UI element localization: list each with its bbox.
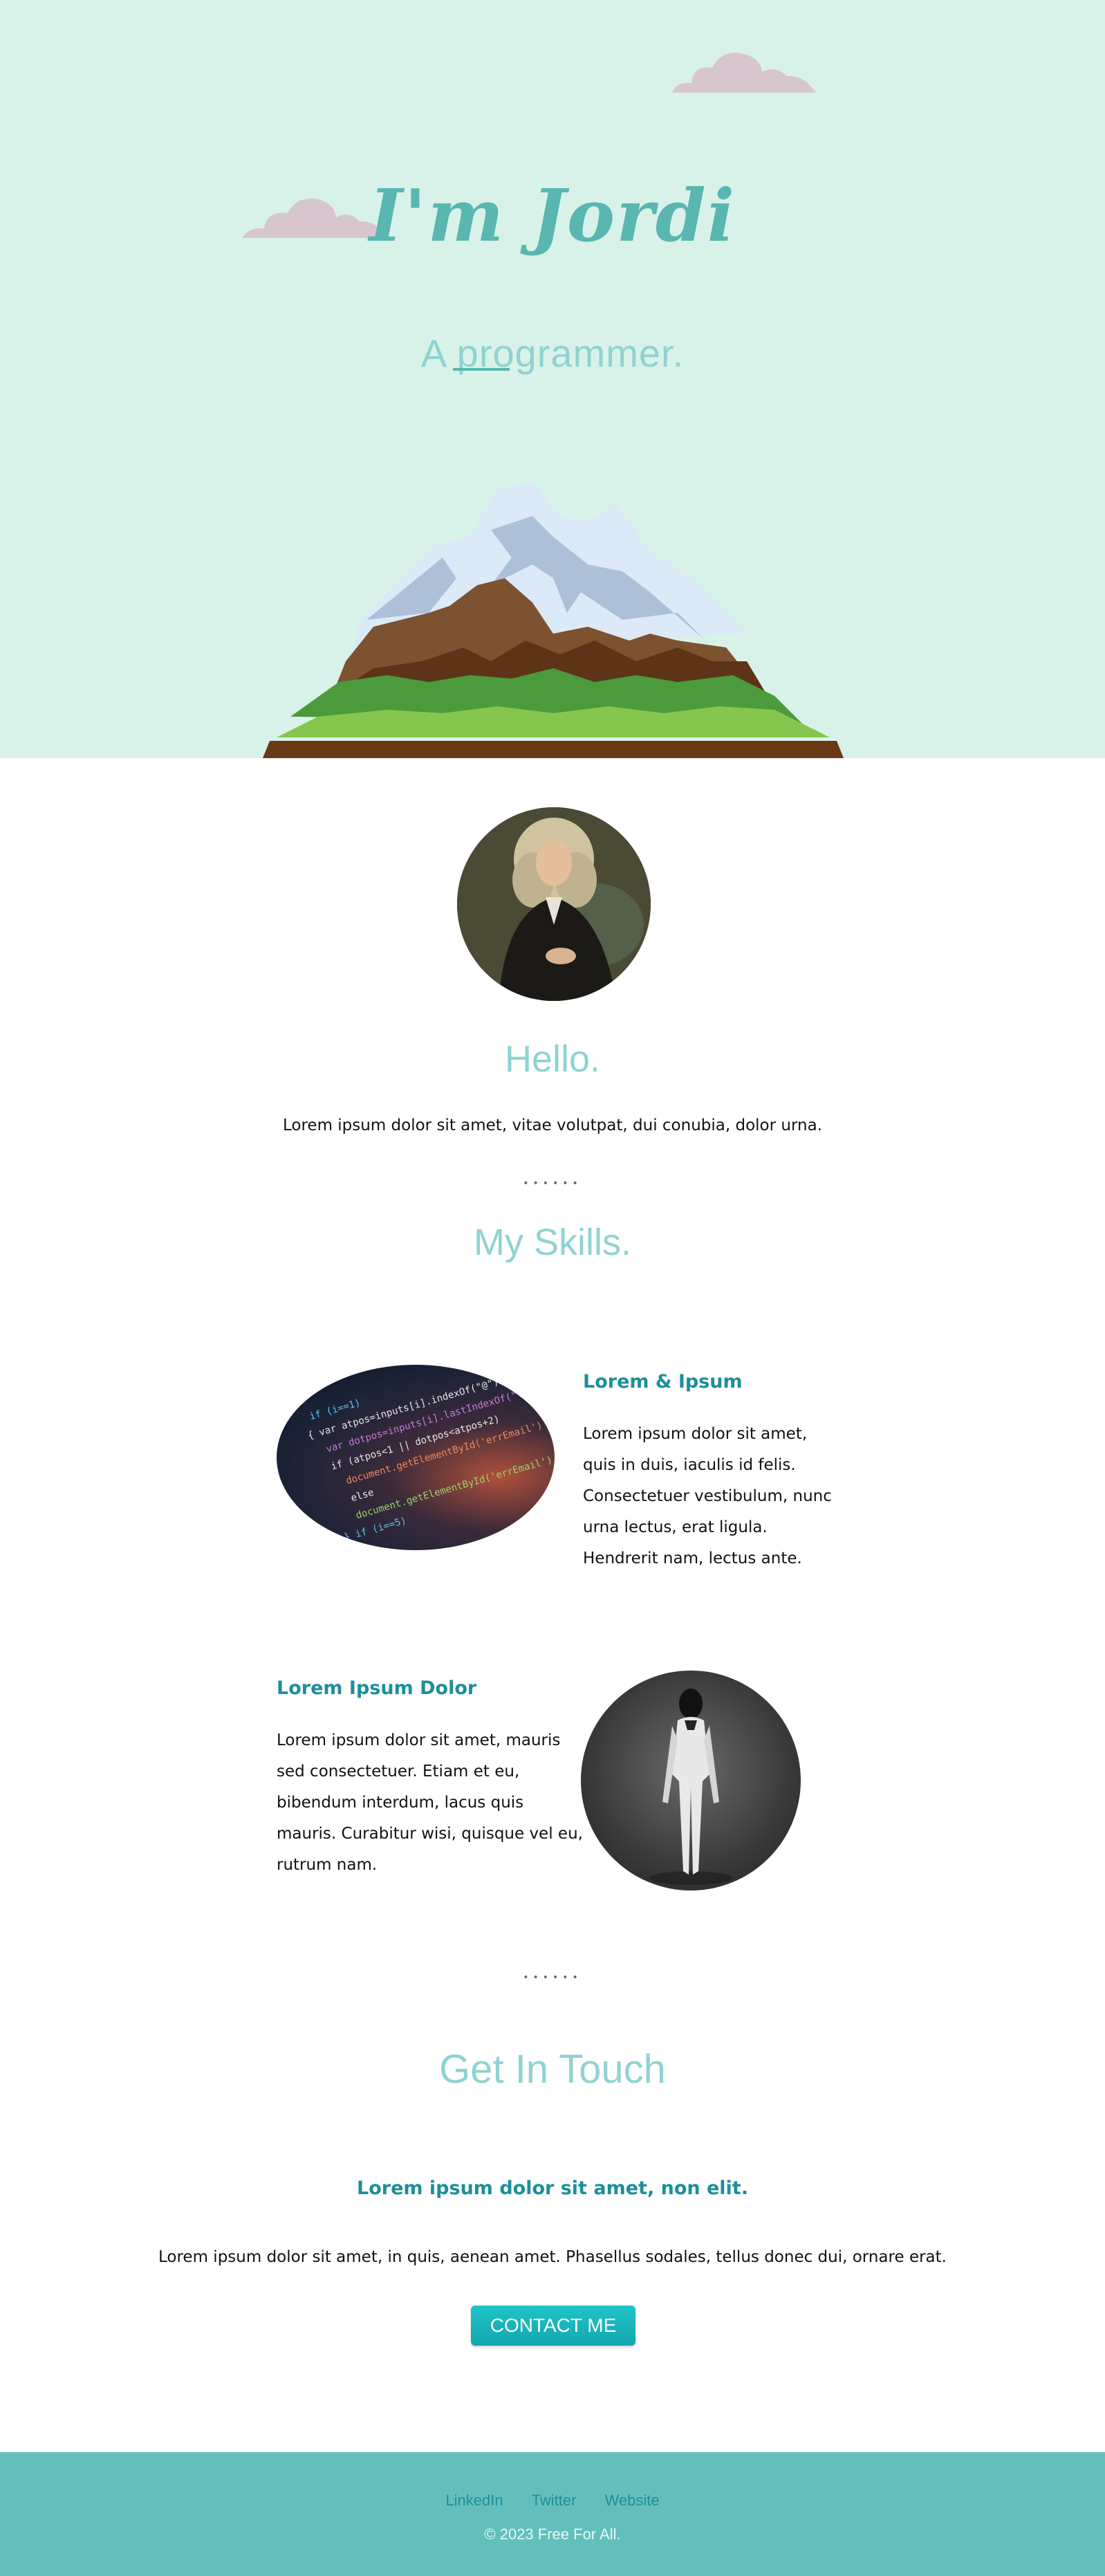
- contact-text: Lorem ipsum dolor sit amet, in quis, aen…: [158, 2248, 947, 2266]
- mountain-illustration: [263, 481, 844, 758]
- hero-subtitle: A programmer.: [420, 331, 685, 375]
- footer-link-linkedin[interactable]: LinkedIn: [445, 2492, 503, 2509]
- skill-text-line: bibendum interdum, lacus quis: [277, 1794, 524, 1812]
- code-screen-image: if (i==1) { var atpos=inputs[i].indexOf(…: [277, 1365, 555, 1550]
- contact-heading: Lorem ipsum dolor sit amet, non elit.: [357, 2178, 748, 2199]
- footer: LinkedIn Twitter Website © 2023 Free For…: [0, 2452, 1105, 2576]
- about-title: Hello.: [504, 1038, 601, 1080]
- footer-link-twitter[interactable]: Twitter: [532, 2492, 577, 2509]
- cloud-icon: [672, 53, 816, 93]
- copyright-text: © 2023 Free For All.: [484, 2526, 621, 2543]
- contact-title: Get In Touch: [439, 2047, 666, 2092]
- skill-text-2: Lorem ipsum dolor sit amet, mauris sed c…: [277, 1725, 583, 1881]
- skill-text-line: urna lectus, erat ligula.: [583, 1518, 768, 1536]
- svg-text:else: else: [350, 1487, 375, 1505]
- skill-text-line: mauris. Curabitur wisi, quisque vel eu,: [277, 1825, 583, 1843]
- skill-text-line: sed consectetuer. Etiam et eu,: [277, 1763, 520, 1781]
- skill-title-1: Lorem & Ipsum: [583, 1371, 743, 1392]
- profile-avatar: [457, 807, 651, 1001]
- portrait-image: [457, 807, 651, 1001]
- hero-title: I'm Jordi: [369, 173, 736, 258]
- hero-section: I'm Jordi A programmer.: [0, 0, 1105, 758]
- contact-me-button[interactable]: CONTACT ME: [471, 2306, 635, 2346]
- skill-text-1: Lorem ipsum dolor sit amet, quis in duis…: [583, 1419, 832, 1574]
- skill-text-line: Consectetuer vestibulum, nunc: [583, 1487, 832, 1505]
- skill-text-line: Lorem ipsum dolor sit amet,: [583, 1425, 808, 1443]
- footer-link-website[interactable]: Website: [605, 2492, 660, 2509]
- svg-text:} if (i==5): } if (i==5): [343, 1515, 408, 1543]
- footer-links: LinkedIn Twitter Website: [0, 2492, 1105, 2510]
- skill-text-line: Lorem ipsum dolor sit amet, mauris: [277, 1731, 561, 1749]
- skill-title-2: Lorem Ipsum Dolor: [277, 1677, 477, 1699]
- section-divider: ••••••: [523, 1972, 582, 1983]
- subtitle-underline: [453, 368, 510, 371]
- skill-text-line: quis in duis, iaculis id felis.: [583, 1456, 796, 1474]
- section-divider: ••••••: [523, 1178, 582, 1189]
- skills-title: My Skills.: [474, 1222, 631, 1263]
- skill-text-line: Hendrerit nam, lectus ante.: [583, 1549, 802, 1567]
- robot-figure-image: [581, 1671, 801, 1890]
- about-text: Lorem ipsum dolor sit amet, vitae volutp…: [282, 1116, 822, 1134]
- skill-text-line: rutrum nam.: [277, 1856, 378, 1874]
